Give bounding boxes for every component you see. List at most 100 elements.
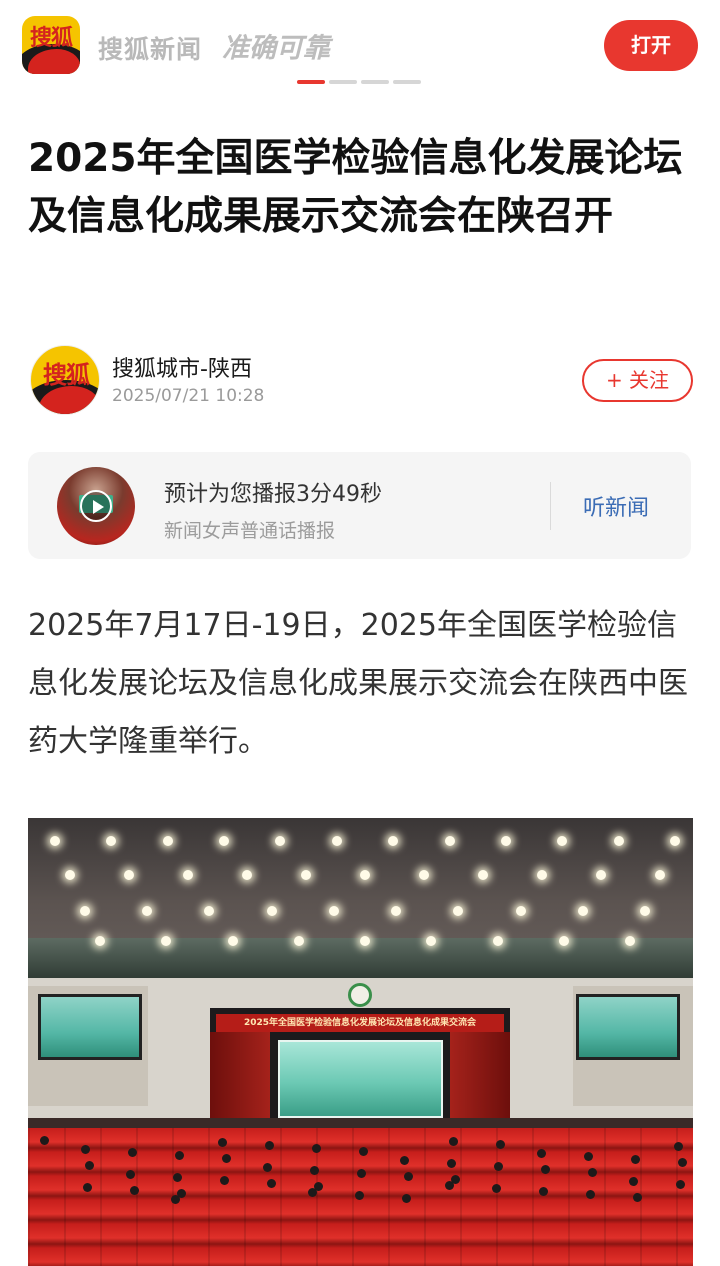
carousel-dot [361, 80, 389, 84]
audience-member [629, 1177, 638, 1186]
audience-member [355, 1191, 364, 1200]
audience-member [359, 1147, 368, 1156]
ceiling-light [328, 906, 339, 916]
top-bar: 搜狐 搜狐新闻 准确可靠 打开 [0, 0, 720, 92]
follow-button[interactable]: + 关注 [582, 359, 693, 402]
ceiling-light [655, 870, 665, 880]
audience-member [128, 1148, 137, 1157]
ceiling-light [558, 936, 569, 946]
main-screen [278, 1040, 443, 1118]
audience-member [171, 1195, 180, 1204]
logo-text: 搜狐 [29, 26, 73, 51]
listen-news-button[interactable]: 听新闻 [583, 490, 649, 522]
divider [550, 482, 551, 530]
ceiling-light [625, 936, 635, 946]
audience-member [40, 1136, 49, 1145]
ceiling-light [80, 906, 90, 916]
ceiling-light [50, 836, 60, 846]
audience-member [584, 1152, 593, 1161]
audience-member [674, 1142, 683, 1151]
sohu-logo-icon[interactable]: 搜狐 [22, 16, 80, 74]
audience-member [496, 1140, 505, 1149]
open-app-button[interactable]: 打开 [604, 20, 698, 71]
ceiling-light [227, 936, 238, 946]
article-page: 搜狐 搜狐新闻 准确可靠 打开 2025年全国医学检验信息化发展论坛及信息化成果… [0, 0, 720, 1266]
brand-name: 搜狐新闻 [98, 35, 203, 64]
audience-member [631, 1155, 640, 1164]
ceiling-light [95, 936, 105, 946]
ceiling-light [640, 906, 650, 916]
author-name[interactable]: 搜狐城市-陕西 [112, 351, 252, 383]
listen-news-card[interactable]: 预计为您播报3分49秒 新闻女声普通话播报 听新闻 [28, 452, 691, 559]
carousel-dot [297, 80, 325, 84]
audience-member [126, 1170, 135, 1179]
ceiling-light [162, 836, 173, 846]
article-paragraph: 2025年7月17日-19日，2025年全国医学检验信息化发展论坛及信息化成果展… [28, 608, 688, 759]
audience-member [633, 1193, 642, 1202]
audience-member [310, 1166, 319, 1175]
ceiling-light [183, 870, 193, 880]
audience-member [267, 1179, 276, 1188]
ceiling-light [266, 906, 277, 916]
ceiling-light [65, 870, 75, 880]
audience-member [402, 1194, 411, 1203]
stage-banner: 2025年全国医学检验信息化发展论坛及信息化成果交流会 [216, 1014, 504, 1032]
audience-member [404, 1172, 413, 1181]
article-image[interactable]: 2025年全国医学检验信息化发展论坛及信息化成果交流会 [28, 818, 693, 1266]
audience-member [222, 1154, 231, 1163]
audience-member [541, 1165, 550, 1174]
audience-member [265, 1141, 274, 1150]
audience-member [586, 1190, 595, 1199]
audio-voice-text: 新闻女声普通话播报 [164, 520, 336, 542]
play-icon[interactable] [80, 490, 112, 522]
audio-thumbnail[interactable] [57, 467, 135, 545]
audience-member [494, 1162, 503, 1171]
ceiling-light [301, 870, 311, 880]
audience-member [218, 1138, 227, 1147]
audience-member [676, 1180, 685, 1189]
author-avatar[interactable]: 搜狐 [30, 345, 100, 415]
ceiling-light [242, 870, 252, 880]
left-side-screen [38, 994, 142, 1060]
ceiling-light [444, 836, 455, 846]
audience-member [263, 1163, 272, 1172]
publish-time: 2025/07/21 10:28 [112, 386, 265, 406]
emblem-icon [348, 983, 372, 1007]
ceiling-light [596, 870, 606, 880]
audience-member [678, 1158, 687, 1167]
audience-member [312, 1144, 321, 1153]
audience-member [357, 1169, 366, 1178]
audience-member [539, 1187, 548, 1196]
ceiling-light [419, 870, 429, 880]
audience-member [537, 1149, 546, 1158]
ceiling-light [537, 870, 547, 880]
audience-member [449, 1137, 458, 1146]
right-side-screen [576, 994, 680, 1060]
ceiling-light [293, 936, 304, 946]
carousel-indicator [297, 80, 422, 86]
audience-member [447, 1159, 456, 1168]
audio-duration-text: 预计为您播报3分49秒 [164, 482, 382, 507]
ceiling-light [500, 836, 511, 846]
ceiling-light [492, 936, 503, 946]
audience-member [83, 1183, 92, 1192]
brand-slogan: 准确可靠 [222, 33, 330, 64]
ceiling-light [360, 870, 370, 880]
audience-member [588, 1168, 597, 1177]
audience-member [85, 1161, 94, 1170]
audience-member [175, 1151, 184, 1160]
ceiling-light [360, 936, 370, 946]
ceiling-light [515, 906, 526, 916]
ceiling-light [331, 836, 342, 846]
audience-member [220, 1176, 229, 1185]
ceiling-light [577, 906, 588, 916]
ceiling-light [613, 836, 624, 846]
audience-member [400, 1156, 409, 1165]
audience-member [445, 1181, 454, 1190]
carousel-dot [329, 80, 357, 84]
carousel-dot [393, 80, 421, 84]
ceiling-light [124, 870, 134, 880]
audience-member [308, 1188, 317, 1197]
audience-member [173, 1173, 182, 1182]
audience-member [492, 1184, 501, 1193]
